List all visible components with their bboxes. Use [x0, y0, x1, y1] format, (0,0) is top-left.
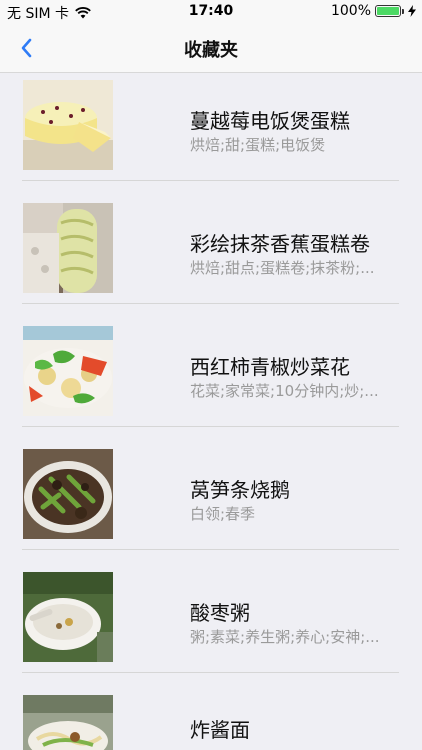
battery-percent: 100% — [330, 3, 371, 19]
favorites-list[interactable]: 蔓越莓电饭煲蛋糕 烘焙;甜;蛋糕;电饭煲 彩绘抹茶香蕉蛋糕卷 烘焙;甜点;蛋糕卷… — [0, 73, 422, 750]
list-item[interactable]: 炸酱面 — [0, 622, 422, 750]
status-bar: 无 SIM 卡 17:40 100% — [0, 0, 422, 24]
list-item[interactable]: 彩绘抹茶香蕉蛋糕卷 烘焙;甜点;蛋糕卷;抹茶粉;... — [0, 130, 422, 304]
list-item[interactable]: 蔓越莓电饭煲蛋糕 烘焙;甜;蛋糕;电饭煲 — [0, 73, 422, 181]
status-right: 100% — [331, 3, 416, 19]
bolt-icon — [408, 5, 416, 17]
recipe-title: 炸酱面 — [190, 718, 250, 742]
battery-fill — [377, 7, 399, 15]
battery-icon — [375, 5, 404, 17]
navigation-bar: 收藏夹 — [0, 24, 422, 73]
list-item[interactable]: 莴笋条烧鹅 白领;春季 — [0, 376, 422, 550]
list-item[interactable]: 西红柿青椒炒菜花 花菜;家常菜;10分钟内;炒;... — [0, 253, 422, 427]
list-item[interactable]: 酸枣粥 粥;素菜;养生粥;养心;安神;... — [0, 499, 422, 673]
page-title: 收藏夹 — [184, 40, 238, 61]
recipe-thumbnail — [23, 695, 113, 750]
